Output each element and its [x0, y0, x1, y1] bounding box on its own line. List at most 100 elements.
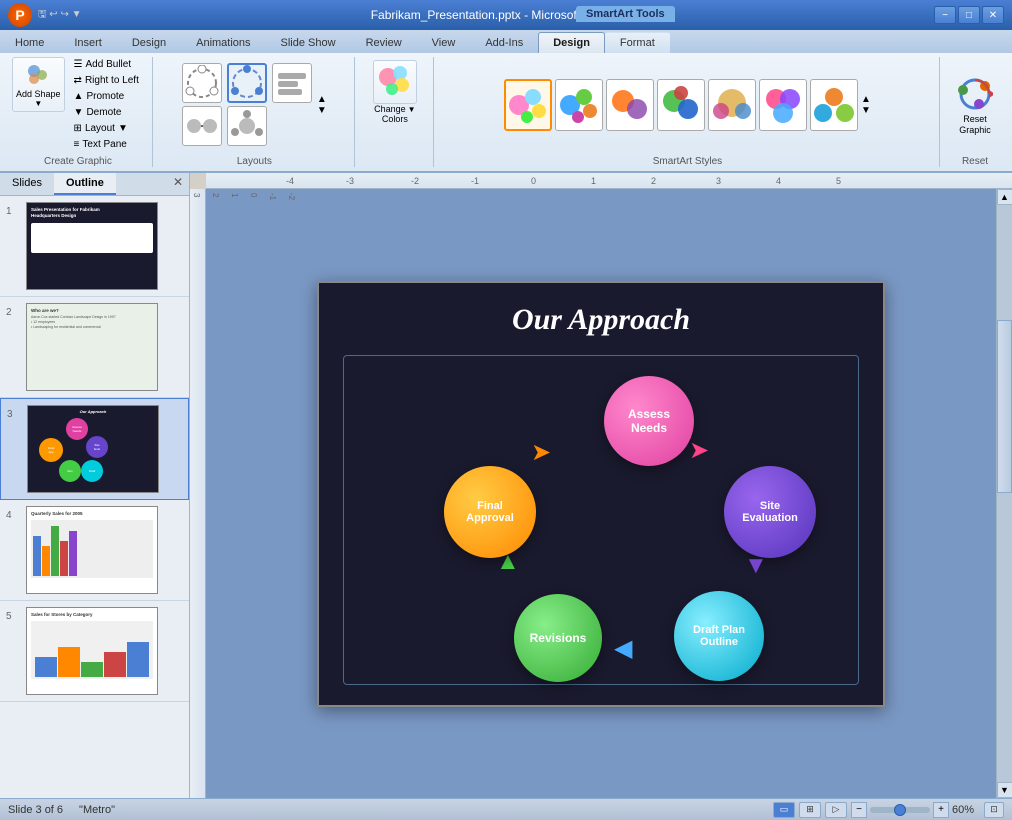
create-graphic-group: Add Shape ▼ ☰ Add Bullet ⇄ Right to Left… [4, 57, 153, 167]
layouts-scroll-up[interactable]: ▲ [317, 94, 327, 105]
slide-sorter-button[interactable]: ⊞ [799, 802, 821, 818]
circle-draft-plan[interactable]: Draft PlanOutline [674, 591, 764, 681]
zoom-bar: − + 60% [851, 802, 980, 818]
slide-number-4: 4 [6, 510, 20, 521]
slide-item-5[interactable]: 5 Sales for Stores by Category [0, 601, 189, 702]
layout-swatch-2[interactable] [227, 63, 267, 103]
text-pane-button[interactable]: ≡ Text Pane [69, 137, 144, 152]
arrow-assess-to-site: ➤ [689, 436, 709, 465]
fit-slide-button[interactable]: ⊡ [984, 802, 1004, 818]
canvas-scroll-area: -2-10123 Our Approach AssessNeeds ➤ [190, 189, 1012, 798]
tab-animations[interactable]: Animations [181, 32, 265, 53]
smartart-styles-label: SmartArt Styles [653, 156, 722, 167]
normal-view-button[interactable]: ▭ [773, 802, 795, 818]
slide-item-3[interactable]: 3 Our Approach AssessNeeds SiteEval Draf… [0, 398, 189, 500]
layouts-scroll-down[interactable]: ▼ [317, 105, 327, 116]
demote-icon: ▼ [74, 107, 84, 118]
zoom-level: 60% [952, 804, 980, 816]
slide-item-2[interactable]: 2 Who are we? Aaron Cox started Contoso … [0, 297, 189, 398]
layout-icon: ⊞ [74, 123, 82, 134]
smartart-styles-content: ▲ ▼ [504, 57, 871, 152]
slide-canvas: Our Approach AssessNeeds ➤ SiteEvaluatio… [317, 281, 885, 707]
circle-site-evaluation[interactable]: SiteEvaluation [724, 466, 816, 558]
demote-button[interactable]: ▼ Demote [69, 105, 144, 120]
style-swatch-2[interactable] [555, 79, 603, 131]
layout-swatch-4[interactable] [182, 106, 222, 146]
ribbon-tabs: Home Insert Design Animations Slide Show… [0, 30, 1012, 53]
revisions-label: Revisions [530, 631, 587, 645]
close-button[interactable]: ✕ [982, 6, 1004, 24]
tab-smartart-format[interactable]: Format [605, 32, 670, 53]
canvas-wrapper: -4 -3 -2 -1 0 1 2 3 4 5 -2-10123 Our App… [190, 173, 1012, 798]
scroll-down-button[interactable]: ▼ [997, 782, 1012, 798]
layout-swatch-5[interactable] [227, 106, 267, 146]
zoom-in-button[interactable]: + [933, 802, 949, 818]
tab-home[interactable]: Home [0, 32, 59, 53]
style-swatch-6[interactable] [759, 79, 807, 131]
change-colors-button[interactable]: Change ▼ Colors [365, 57, 425, 127]
circle-revisions[interactable]: Revisions [514, 594, 602, 682]
scroll-thumb[interactable] [997, 320, 1012, 493]
tab-review[interactable]: Review [351, 32, 417, 53]
styles-scroll-down[interactable]: ▼ [861, 105, 871, 116]
circle-final-approval[interactable]: FinalApproval [444, 466, 536, 558]
layout-swatch-3[interactable] [272, 63, 312, 103]
style-swatch-1[interactable] [504, 79, 552, 131]
title-bar-controls[interactable]: − □ ✕ [934, 6, 1004, 24]
tab-slideshow[interactable]: Slide Show [266, 32, 351, 53]
tab-addins[interactable]: Add-Ins [470, 32, 538, 53]
layout-swatch-1[interactable] [182, 63, 222, 103]
styles-scroll-up[interactable]: ▲ [861, 94, 871, 105]
style-swatch-3[interactable] [606, 79, 654, 131]
slide-item-4[interactable]: 4 Quarterly Sales for 2005 [0, 500, 189, 601]
add-bullet-icon: ☰ [74, 59, 83, 70]
scroll-track[interactable] [997, 205, 1012, 782]
arrow-site-to-draft: ▼ [744, 552, 768, 580]
slide-thumb-2: Who are we? Aaron Cox started Contoso La… [26, 303, 158, 391]
add-shape-icon [24, 61, 52, 89]
promote-icon: ▲ [74, 91, 84, 102]
layout-swatches [182, 63, 314, 146]
style-swatch-5[interactable] [708, 79, 756, 131]
promote-button[interactable]: ▲ Promote [69, 89, 144, 104]
office-logo: P [8, 3, 32, 27]
style-swatch-4[interactable] [657, 79, 705, 131]
add-shape-button[interactable]: Add Shape ▼ [12, 57, 65, 112]
tab-slides[interactable]: Slides [0, 173, 54, 195]
tab-view[interactable]: View [417, 32, 471, 53]
style-swatch-7[interactable] [810, 79, 858, 131]
slides-list: 1 Sales Presentation for FabrikamHeadqua… [0, 196, 189, 798]
layouts-scroll[interactable]: ▲ ▼ [317, 94, 327, 116]
layout-button[interactable]: ⊞ Layout ▼ [69, 121, 144, 136]
slideshow-button[interactable]: ▷ [825, 802, 847, 818]
minimize-button[interactable]: − [934, 6, 956, 24]
zoom-out-button[interactable]: − [851, 802, 867, 818]
title-bar: P 🖫 ↩ ↪ ▼ Fabrikam_Presentation.pptx - M… [0, 0, 1012, 30]
zoom-slider[interactable] [870, 807, 930, 813]
circle-assess-needs[interactable]: AssessNeeds [604, 376, 694, 466]
tab-smartart-design[interactable]: Design [538, 32, 605, 53]
right-to-left-button[interactable]: ⇄ Right to Left [69, 73, 144, 88]
slide-canvas-area[interactable]: Our Approach AssessNeeds ➤ SiteEvaluatio… [206, 189, 996, 798]
change-colors-label: Change ▼ [374, 104, 415, 114]
slide-item-1[interactable]: 1 Sales Presentation for FabrikamHeadqua… [0, 196, 189, 297]
close-panel-button[interactable]: ✕ [167, 173, 189, 195]
tab-insert[interactable]: Insert [59, 32, 117, 53]
vertical-scrollbar[interactable]: ▲ ▼ [996, 189, 1012, 798]
reset-graphic-button[interactable]: ResetGraphic [950, 69, 1000, 141]
zoom-thumb[interactable] [894, 804, 906, 816]
tab-design[interactable]: Design [117, 32, 181, 53]
small-buttons: ☰ Add Bullet ⇄ Right to Left ▲ Promote ▼… [69, 57, 144, 152]
create-graphic-label: Create Graphic [44, 156, 112, 167]
maximize-button[interactable]: □ [958, 6, 980, 24]
reset-group: ResetGraphic Reset [942, 57, 1008, 167]
scroll-up-button[interactable]: ▲ [997, 189, 1012, 205]
text-pane-icon: ≡ [74, 139, 80, 150]
status-right: ▭ ⊞ ▷ − + 60% ⊡ [773, 802, 1004, 818]
smartart-container[interactable]: AssessNeeds ➤ SiteEvaluation ▼ Draft Pla [343, 355, 859, 685]
add-bullet-button[interactable]: ☰ Add Bullet [69, 57, 144, 72]
slide-number-5: 5 [6, 611, 20, 622]
styles-scroll[interactable]: ▲ ▼ [861, 94, 871, 116]
final-approval-label: FinalApproval [466, 500, 514, 524]
tab-outline[interactable]: Outline [54, 173, 116, 195]
